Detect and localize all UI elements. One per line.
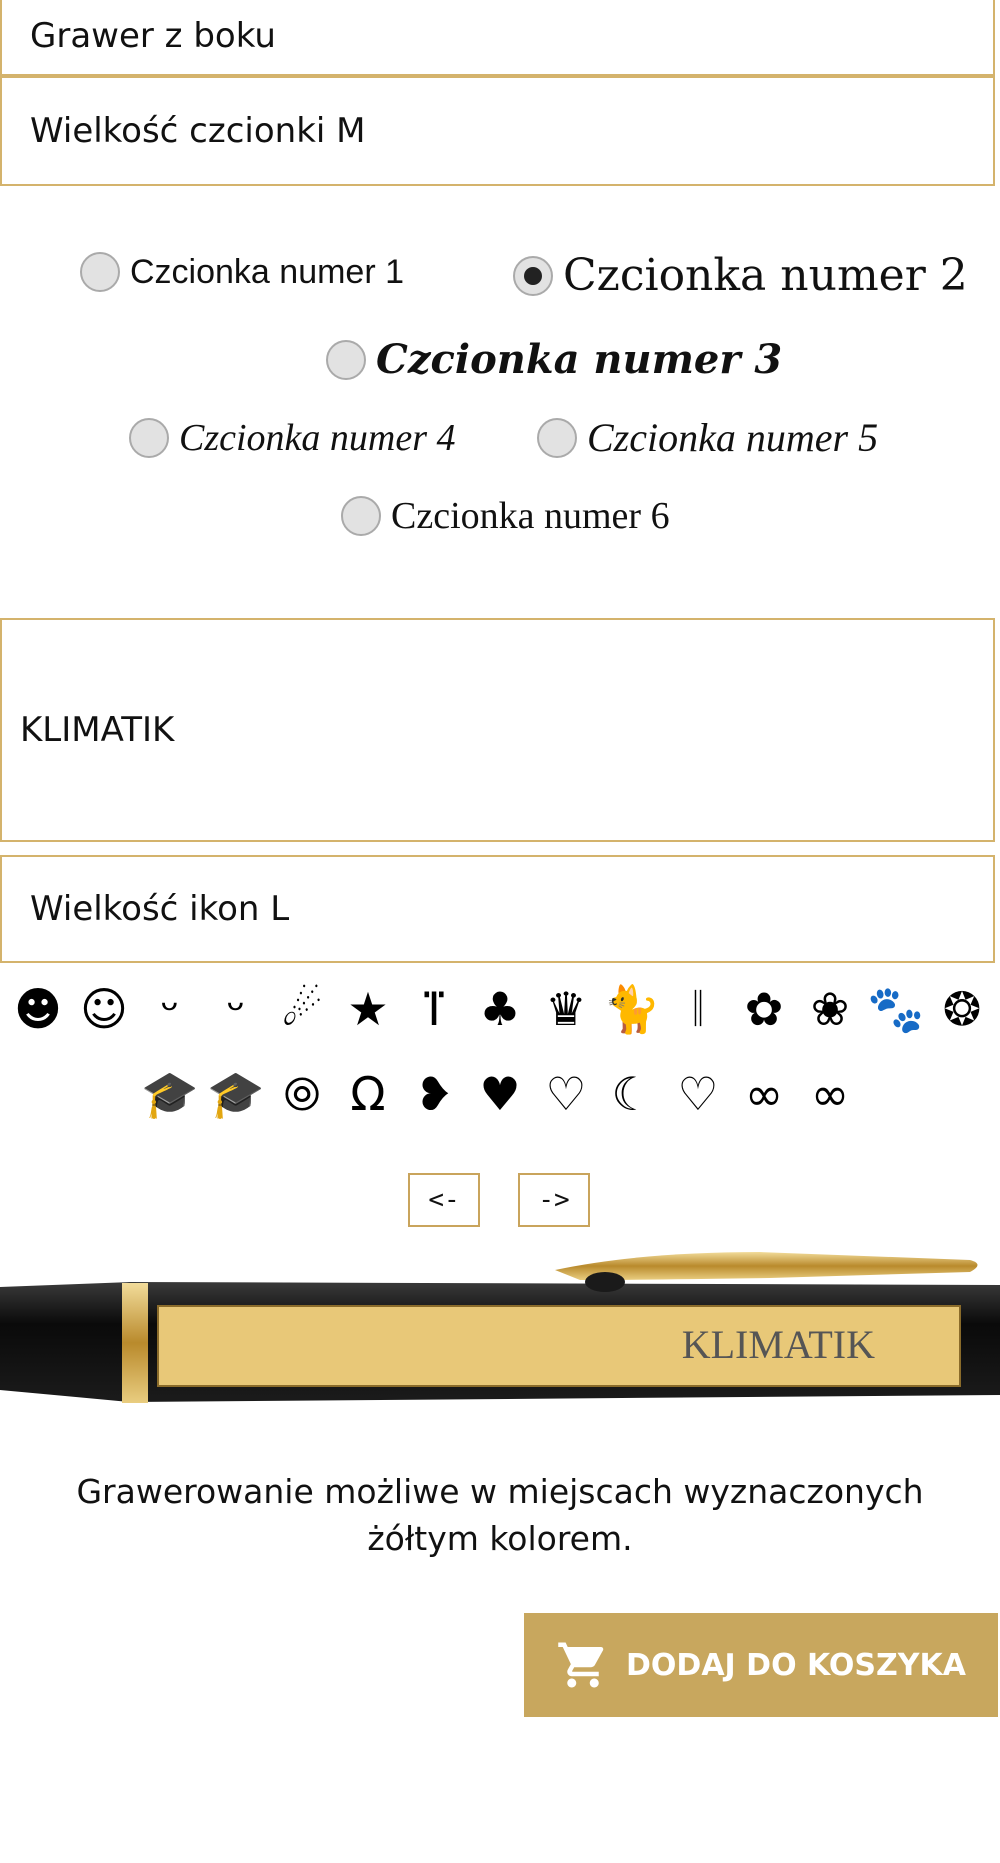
cat-icon[interactable]: 🐈 — [602, 978, 662, 1040]
smiling-face-icon[interactable]: ☺ — [74, 978, 134, 1040]
heart-eyes-smile-icon[interactable]: ᵕ — [206, 978, 266, 1040]
add-to-cart-label: DODAJ DO KOSZYKA — [626, 1647, 966, 1683]
icon-picker-row-2: 🎓 🎓 ⦾ Ω ❥ ♥ ♡ ☾ ♡ ∞ ∞ — [0, 1063, 1000, 1125]
tie-icon[interactable]: 𝄁 — [668, 978, 728, 1040]
font-option-2-radio[interactable] — [513, 255, 553, 296]
font-option-3-radio[interactable] — [326, 339, 366, 380]
crown-icon[interactable]: ♛ — [536, 978, 596, 1040]
graduation-cap-icon[interactable]: 🎓 — [140, 1063, 200, 1125]
engraving-text-input[interactable]: KLIMATIK — [0, 618, 995, 842]
engraving-text-value: KLIMATIK — [20, 710, 175, 750]
font-option-4-radio[interactable] — [129, 418, 169, 458]
engraving-side-value: Grawer z boku — [30, 16, 276, 56]
font-option-1-radio[interactable] — [80, 252, 120, 292]
font-option-6-label: Czcionka numer 6 — [391, 495, 670, 537]
heart-drop-icon[interactable]: ❥ — [404, 1063, 464, 1125]
font-option-5-label: Czcionka numer 5 — [587, 415, 879, 460]
font-option-4[interactable]: Czcionka numer 4 — [129, 416, 456, 460]
heart-outline-icon[interactable]: ♡ — [536, 1063, 596, 1125]
font-option-1-label: Czcionka numer 1 — [130, 252, 405, 291]
font-option-1[interactable]: Czcionka numer 1 — [80, 252, 404, 292]
icon-picker-row-1: ☻ ☺ ᵕ ᵕ ☄ ★ ⴶ ♣ ♛ 🐈 𝄁 ✿ ❀ 🐾 ❂ — [0, 978, 1000, 1040]
star-icon[interactable]: ★ — [338, 978, 398, 1040]
engraving-preview-text: KLIMATIK — [682, 1322, 875, 1367]
font-option-6-radio[interactable] — [341, 496, 381, 536]
font-option-3-label: Czcionka numer 3 — [376, 336, 783, 383]
engraving-notice: Grawerowanie możliwe w miejscach wyznacz… — [76, 1472, 924, 1558]
icon-size-select[interactable]: Wielkość ikon L — [0, 855, 995, 963]
font-option-2[interactable]: Czcionka numer 2 — [513, 250, 968, 301]
add-to-cart-button[interactable]: DODAJ DO KOSZYKA — [524, 1613, 998, 1717]
font-option-5-radio[interactable] — [537, 417, 577, 458]
heart-half-icon[interactable]: ☾ — [602, 1063, 662, 1125]
rose-bud-icon[interactable]: ❀ — [800, 978, 860, 1040]
font-size-value: Wielkość czcionki M — [30, 111, 366, 151]
graduation-cap-2-icon[interactable]: 🎓 — [206, 1063, 266, 1125]
shooting-star-icon[interactable]: ☄ — [272, 978, 332, 1040]
font-option-5[interactable]: Czcionka numer 5 — [537, 414, 878, 461]
pen-preview: KLIMATIK — [0, 1252, 1000, 1403]
four-leaf-clover-icon[interactable]: ♣ — [470, 978, 530, 1040]
prev-icons-button[interactable]: <- — [408, 1173, 480, 1227]
font-option-2-label: Czcionka numer 2 — [563, 250, 968, 301]
infinity-thin-icon[interactable]: ∞ — [800, 1063, 860, 1125]
pen-ring — [122, 1283, 148, 1403]
heart-filled-icon[interactable]: ♥ — [470, 1063, 530, 1125]
font-option-6[interactable]: Czcionka numer 6 — [341, 494, 670, 538]
font-option-4-label: Czcionka numer 4 — [179, 417, 456, 459]
rosette-icon[interactable]: ❂ — [932, 978, 992, 1040]
ihs-cross-icon[interactable]: ⴶ — [404, 978, 464, 1040]
heart-double-icon[interactable]: ♡ — [668, 1063, 728, 1125]
cart-icon — [556, 1638, 610, 1692]
grinning-face-icon[interactable]: ☻ — [8, 978, 68, 1040]
pen-clip-base — [585, 1272, 625, 1292]
font-option-3[interactable]: Czcionka numer 3 — [326, 336, 782, 383]
icon-size-value: Wielkość ikon L — [30, 889, 290, 929]
rose-icon[interactable]: ✿ — [734, 978, 794, 1040]
engraving-side-field[interactable]: Grawer z boku — [0, 0, 995, 76]
infinity-icon[interactable]: ∞ — [734, 1063, 794, 1125]
next-icons-button[interactable]: -> — [518, 1173, 590, 1227]
paw-icon[interactable]: 🐾 — [866, 978, 926, 1040]
font-size-select[interactable]: Wielkość czcionki M — [0, 76, 995, 186]
wedding-rings-icon[interactable]: ⦾ — [272, 1063, 332, 1125]
horseshoe-icon[interactable]: Ω — [338, 1063, 398, 1125]
smile-face-icon[interactable]: ᵕ — [140, 978, 200, 1040]
